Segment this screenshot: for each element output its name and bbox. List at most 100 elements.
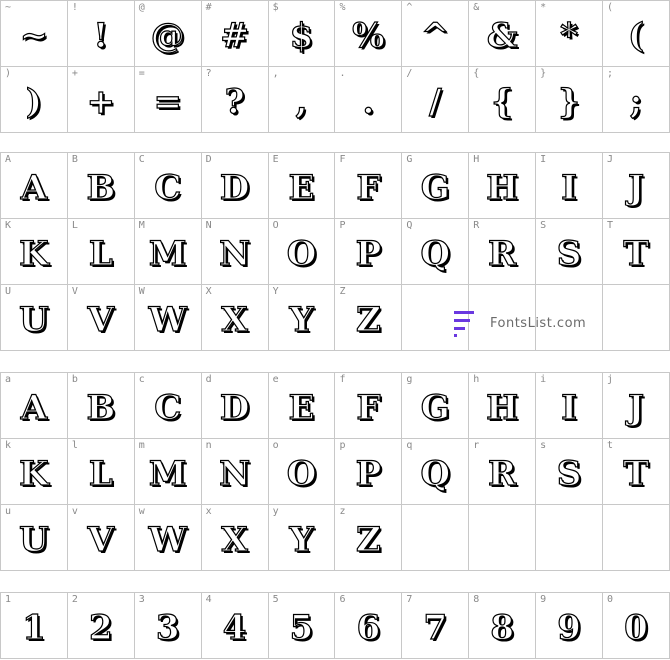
glyph-sample: M (148, 453, 187, 494)
glyph-sample: N (218, 233, 251, 274)
glyph-sample: 5 (289, 607, 314, 648)
glyph-cell: # # (200, 0, 269, 67)
glyph-sample: ! (93, 15, 109, 56)
glyph-cell: aA (0, 372, 68, 439)
glyph-sample: + (86, 81, 116, 122)
glyph-cell (401, 504, 470, 571)
glyph-sample: P (355, 453, 382, 494)
glyph-sample: X (221, 299, 249, 340)
glyph-sample: C (154, 387, 182, 428)
glyph-cell: }} (535, 66, 604, 133)
glyph-cell: .. (334, 66, 403, 133)
glyph-cell: ?? (200, 66, 269, 133)
glyph-sample: K (19, 453, 50, 494)
glyph-sample: G (420, 387, 450, 428)
glyph-cell: )) (0, 66, 68, 133)
glyph-sample: A (20, 167, 48, 208)
glyph-cell: yY (267, 504, 336, 571)
glyph-sample: Z (355, 519, 381, 560)
glyph-cell (602, 284, 670, 351)
glyph-sample: 7 (423, 607, 448, 648)
glyph-cell: 22 (66, 592, 135, 659)
glyph-cell: ,, (267, 66, 336, 133)
glyph-cell (602, 504, 670, 571)
glyph-cell: dD (200, 372, 269, 439)
glyph-grid-digits: 11223344556677889900 (0, 592, 670, 659)
glyph-cell: ;; (602, 66, 670, 133)
glyph-cell: II (535, 152, 604, 219)
glyph-sample: I (561, 387, 578, 428)
glyph-sample: S (556, 233, 582, 274)
glyph-cell: 00 (602, 592, 670, 659)
glyph-cell: gG (401, 372, 470, 439)
glyph-cell: (( (602, 0, 670, 67)
glyph-cell: bB (66, 372, 135, 439)
glyph-cell: rR (468, 438, 537, 505)
glyph-sample: P (355, 233, 382, 274)
glyph-cell (468, 504, 537, 571)
glyph-cell: + + (66, 66, 135, 133)
glyph-cell: XX (200, 284, 269, 351)
glyph-sample: ; (629, 81, 643, 122)
glyph-sample: 9 (557, 607, 582, 648)
glyph-sample: Z (355, 299, 381, 340)
glyph-sample: X (221, 519, 249, 560)
glyph-sample: C (154, 167, 182, 208)
glyph-cell: JJ (602, 152, 670, 219)
glyph-sample: N (218, 453, 251, 494)
glyph-cell: sS (535, 438, 604, 505)
glyph-cell: wW (133, 504, 202, 571)
glyph-sample: G (420, 167, 450, 208)
glyph-cell: ~ ~ (0, 0, 68, 67)
glyph-sample: L (88, 233, 113, 274)
glyph-sample: ) (25, 81, 42, 122)
glyph-cell: = = (133, 66, 202, 133)
glyph-sample: B (86, 167, 116, 208)
glyph-cell: OO (267, 218, 336, 285)
glyph-sample: F (356, 387, 381, 428)
glyph-cell: BB (66, 152, 135, 219)
glyph-cell: uU (0, 504, 68, 571)
glyph-cell: KK (0, 218, 68, 285)
glyph-row: )) + + = =??,,.. / /{{}};; (0, 66, 670, 133)
glyph-cell: pP (334, 438, 403, 505)
glyph-cell: EE (267, 152, 336, 219)
glyph-sample: D (219, 387, 250, 428)
glyph-sample: = (153, 81, 183, 122)
glyph-sample: Y (289, 519, 314, 560)
glyph-sample: ^ (420, 15, 450, 56)
glyph-sample: 4 (222, 607, 247, 648)
glyph-sample: O (286, 453, 317, 494)
glyph-cell: cC (133, 372, 202, 439)
glyph-cell: UU (0, 284, 68, 351)
glyph-cell: 55 (267, 592, 336, 659)
glyph-sample: U (19, 299, 50, 340)
glyph-sample: . (362, 81, 375, 122)
glyph-sample: V (87, 519, 115, 560)
glyph-cell: ZZ (334, 284, 403, 351)
glyph-cell: vV (66, 504, 135, 571)
glyph-cell: DD (200, 152, 269, 219)
glyph-cell: PP (334, 218, 403, 285)
glyph-sample: E (288, 167, 315, 208)
glyph-sample: $ (289, 15, 314, 56)
glyph-cell: lL (66, 438, 135, 505)
glyph-sample: J (627, 387, 645, 428)
glyph-sample: , (295, 81, 308, 122)
glyph-row: KKLLMMNNOOPPQQRRSSTT (0, 218, 670, 285)
glyph-sample: ( (627, 15, 645, 56)
glyph-cell: HH (468, 152, 537, 219)
glyph-cell: RR (468, 218, 537, 285)
glyph-row: AABBCCDDEEFFGGHHIIJJ (0, 152, 670, 219)
glyph-sample: 3 (155, 607, 180, 648)
glyph-sample: U (19, 519, 50, 560)
watermark: FontsList.com (454, 309, 586, 337)
glyph-cell: AA (0, 152, 68, 219)
glyph-cell: xX (200, 504, 269, 571)
glyph-cell: SS (535, 218, 604, 285)
glyph-cell: MM (133, 218, 202, 285)
glyph-sample: 8 (490, 607, 515, 648)
glyph-sample: K (19, 233, 50, 274)
glyph-sample: O (286, 233, 317, 274)
glyph-sample: H (486, 167, 519, 208)
